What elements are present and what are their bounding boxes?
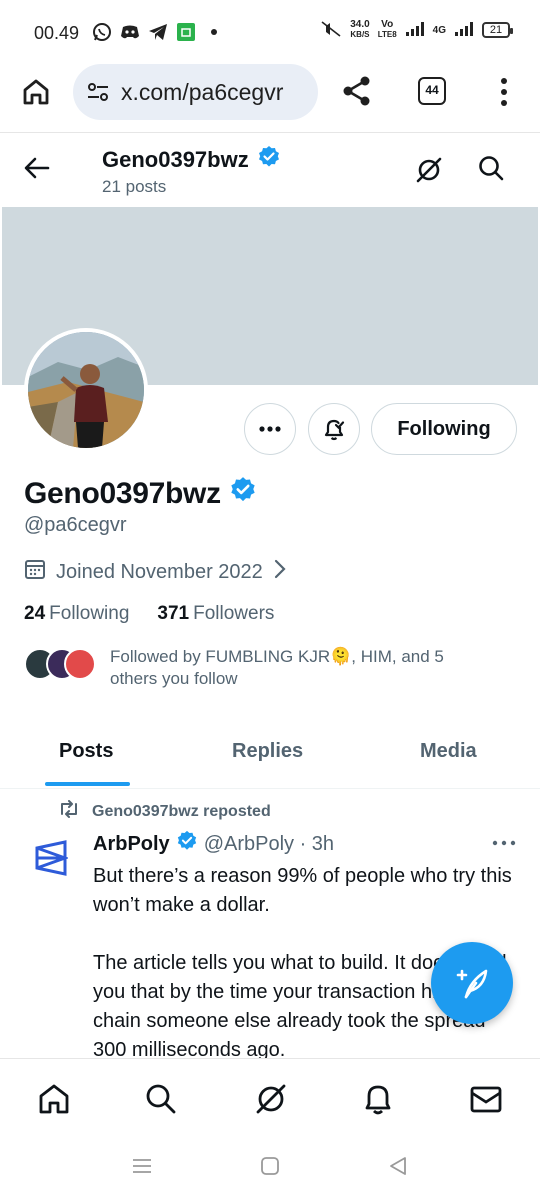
- profile-header: Geno0397bwz 21 posts: [0, 133, 540, 207]
- following-button[interactable]: Following: [371, 403, 517, 455]
- browser-menu-icon[interactable]: [494, 76, 514, 108]
- volte-badge: Vo LTE8: [378, 20, 397, 40]
- battery-icon: 21: [482, 22, 513, 38]
- tab-media[interactable]: Media: [420, 740, 477, 763]
- dot-icon: [204, 22, 224, 42]
- more-options-button[interactable]: [244, 403, 296, 455]
- telegram-icon: [148, 22, 168, 42]
- network-type: 4G: [432, 24, 446, 36]
- bottom-navigation: [0, 1058, 540, 1136]
- post-more-icon[interactable]: [490, 836, 518, 850]
- chevron-right-icon: [273, 559, 287, 585]
- tab-replies[interactable]: Replies: [232, 740, 303, 763]
- site-settings-icon[interactable]: [85, 79, 111, 105]
- home-circle-icon[interactable]: [258, 1154, 282, 1178]
- share-icon[interactable]: [340, 74, 374, 108]
- compose-feather-icon: [456, 969, 488, 999]
- followers-count-link[interactable]: 371 Followers: [157, 603, 274, 625]
- followed-by-row[interactable]: Followed by FUMBLING KJR🫠, HIM, and 5 ot…: [24, 646, 514, 690]
- status-right: 34.0 KB/S Vo LTE8 4G 21: [320, 20, 513, 40]
- post-meta[interactable]: @ArbPoly · 3h: [204, 833, 334, 856]
- status-bar: 00.49 34.0 KB/S Vo LTE8 4G 21: [0, 0, 540, 64]
- compose-post-button[interactable]: [431, 942, 513, 1024]
- search-icon[interactable]: [476, 153, 506, 183]
- mutual-avatars: [24, 646, 98, 680]
- followed-by-text: Followed by FUMBLING KJR🫠, HIM, and 5 ot…: [110, 647, 444, 688]
- tab-posts[interactable]: Posts: [59, 740, 113, 763]
- post-author[interactable]: ArbPoly: [93, 833, 170, 856]
- verified-badge-icon: [257, 145, 281, 175]
- followers-count: 371: [157, 603, 190, 624]
- grok-nav-icon[interactable]: [253, 1081, 289, 1117]
- discord-icon: [120, 22, 140, 42]
- home-icon[interactable]: [36, 1081, 72, 1117]
- mute-icon: [320, 20, 342, 40]
- profile-tabs: Posts Replies Media: [0, 728, 540, 788]
- signal-2-icon: [454, 21, 474, 40]
- notification-icons: [92, 22, 224, 42]
- bell-check-icon: [324, 419, 345, 441]
- browser-toolbar: x.com/pa6cegvr 44: [0, 64, 540, 132]
- joined-date-row[interactable]: Joined November 2022: [24, 558, 287, 586]
- following-count-link[interactable]: 24 Following: [24, 603, 129, 625]
- tabs-count-button[interactable]: 44: [418, 77, 446, 105]
- post-header: ArbPoly @ArbPoly · 3h: [93, 830, 334, 858]
- status-time: 00.49: [34, 23, 80, 43]
- net-speed: 34.0 KB/S: [350, 20, 369, 40]
- joined-text: Joined November 2022: [56, 560, 263, 583]
- net-speed-unit: KB/S: [350, 30, 370, 39]
- system-navigation: [0, 1136, 540, 1200]
- follow-counts: 24 Following 371 Followers: [24, 603, 274, 625]
- messages-envelope-icon[interactable]: [468, 1081, 504, 1117]
- post-paragraph: But there’s a reason 99% of people who t…: [93, 865, 512, 916]
- header-name-text: Geno0397bwz: [102, 147, 249, 172]
- browser-home-icon[interactable]: [20, 76, 52, 108]
- calendar-icon: [24, 558, 46, 586]
- repost-icon: [58, 800, 80, 823]
- display-name-text: Geno0397bwz: [24, 477, 221, 510]
- tabs-divider: [0, 788, 540, 789]
- repost-label: Geno0397bwz reposted: [92, 802, 271, 820]
- mutual-avatar: [64, 648, 96, 680]
- verified-badge-icon: [229, 476, 257, 512]
- following-label: Following: [49, 603, 130, 624]
- notifications-subscribe-button[interactable]: [308, 403, 360, 455]
- header-name: Geno0397bwz: [102, 145, 281, 175]
- back-arrow-icon[interactable]: [22, 153, 52, 183]
- url-text[interactable]: x.com/pa6cegvr: [121, 79, 283, 106]
- more-dots-icon: [259, 426, 281, 432]
- display-name: Geno0397bwz: [24, 476, 257, 512]
- arbpoly-logo-icon[interactable]: [34, 840, 70, 876]
- volte-bottom: LTE8: [377, 30, 397, 39]
- signal-icon: [405, 21, 425, 40]
- volte-top: Vo: [381, 19, 394, 30]
- grok-icon[interactable]: [414, 155, 444, 185]
- profile-avatar[interactable]: [24, 328, 148, 452]
- app-notification-icon: [176, 22, 196, 42]
- back-triangle-icon[interactable]: [386, 1154, 410, 1178]
- whatsapp-icon: [92, 22, 112, 42]
- recent-apps-icon[interactable]: [130, 1154, 154, 1178]
- following-count: 24: [24, 603, 46, 624]
- active-tab-indicator: [45, 782, 130, 786]
- repost-indicator[interactable]: Geno0397bwz reposted: [58, 800, 271, 823]
- verified-badge-icon: [176, 830, 198, 858]
- followers-label: Followers: [193, 603, 275, 624]
- notifications-bell-icon[interactable]: [360, 1081, 396, 1117]
- net-speed-value: 34.0: [350, 19, 370, 30]
- profile-handle: @pa6cegvr: [24, 514, 127, 536]
- address-bar[interactable]: x.com/pa6cegvr: [73, 64, 318, 120]
- explore-search-icon[interactable]: [143, 1081, 179, 1117]
- header-posts-count: 21 posts: [102, 177, 167, 196]
